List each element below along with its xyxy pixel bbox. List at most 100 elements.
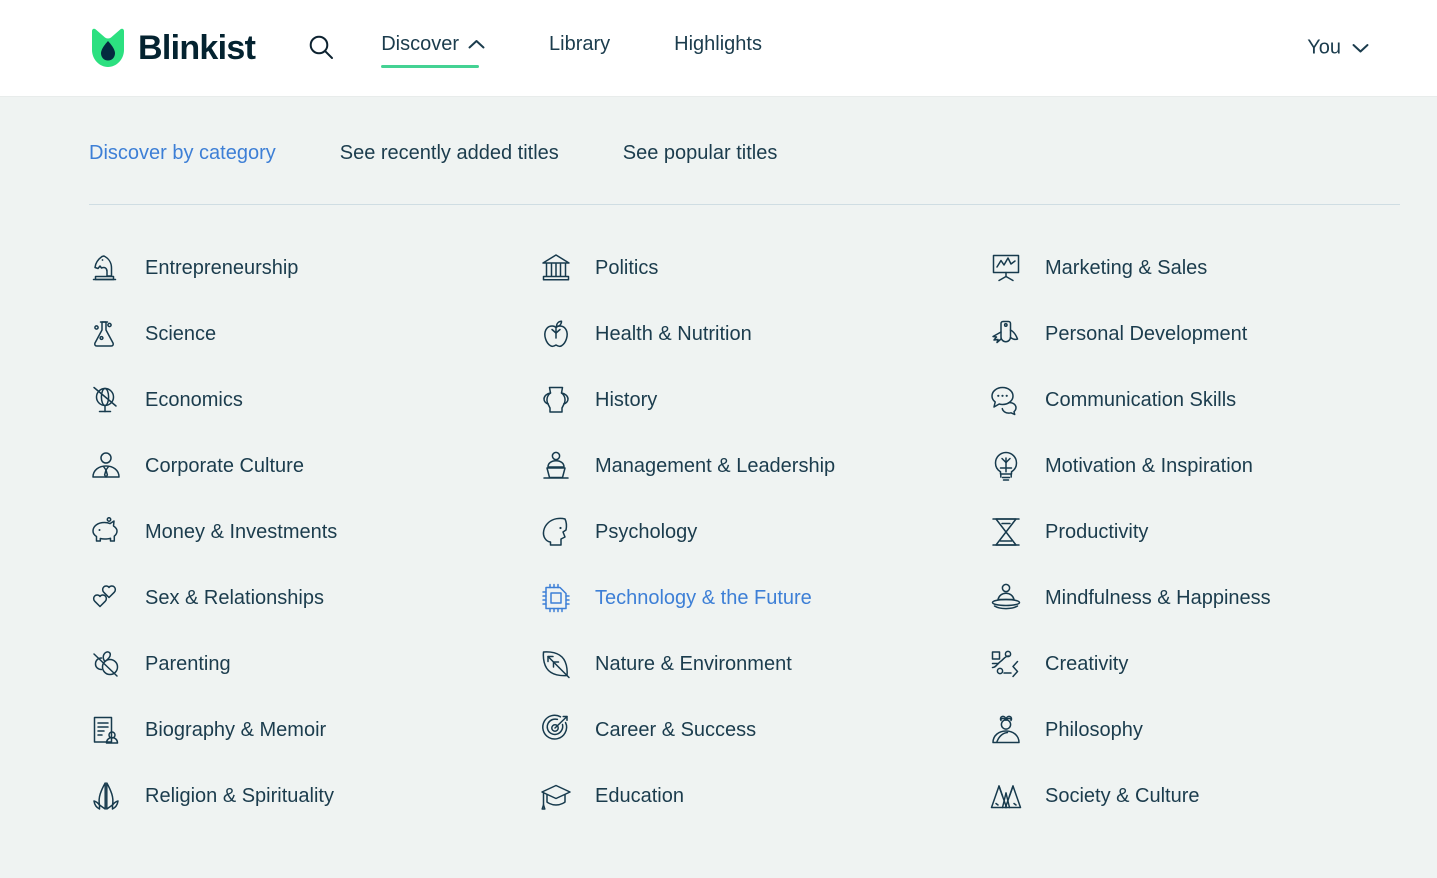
category-label: Education: [595, 785, 684, 807]
category-management-leadership[interactable]: Management & Leadership: [539, 433, 989, 499]
category-label: Sex & Relationships: [145, 587, 324, 609]
nav-label-highlights: Highlights: [674, 32, 762, 55]
swiss-army-knife-icon: [989, 317, 1023, 351]
category-communication-skills[interactable]: Communication Skills: [989, 367, 1437, 433]
tents-icon: [989, 779, 1023, 813]
header-right-section: You: [1307, 37, 1369, 60]
head-profile-icon: [539, 515, 573, 549]
category-label: Communication Skills: [1045, 389, 1237, 411]
brand-name: Blinkist: [138, 29, 256, 67]
category-entrepreneurship[interactable]: Entrepreneurship: [89, 235, 539, 301]
account-menu-you[interactable]: You: [1307, 37, 1369, 60]
microchip-icon: [539, 581, 573, 615]
chevron-up-icon: [468, 33, 485, 56]
person-tie-icon: [89, 449, 123, 483]
category-label: Parenting: [145, 653, 231, 675]
category-creativity[interactable]: Creativity: [989, 631, 1437, 697]
lightbulb-icon: [989, 449, 1023, 483]
search-button[interactable]: [304, 31, 338, 65]
category-productivity[interactable]: Productivity: [989, 499, 1437, 565]
category-motivation-inspiration[interactable]: Motivation & Inspiration: [989, 433, 1437, 499]
category-label: Corporate Culture: [145, 455, 304, 477]
category-technology-the-future[interactable]: Technology & the Future: [539, 565, 989, 631]
account-label: You: [1307, 36, 1341, 59]
subnav-item-discover-by-category[interactable]: Discover by category: [89, 142, 276, 165]
category-label: Money & Investments: [145, 521, 338, 543]
category-label: Philosophy: [1045, 719, 1143, 741]
target-arrow-icon: [539, 713, 573, 747]
category-label: Management & Leadership: [595, 455, 836, 477]
classical-building-icon: [539, 251, 573, 285]
main-navigation: Discover Library Highlights: [381, 29, 762, 68]
nav-item-highlights[interactable]: Highlights: [674, 29, 762, 68]
category-label: History: [595, 389, 658, 411]
category-label: Motivation & Inspiration: [1045, 455, 1253, 477]
flask-icon: [89, 317, 123, 351]
hourglass-icon: [989, 515, 1023, 549]
category-corporate-culture[interactable]: Corporate Culture: [89, 433, 539, 499]
document-person-icon: [89, 713, 123, 747]
category-money-investments[interactable]: Money & Investments: [89, 499, 539, 565]
amphora-vase-icon: [539, 383, 573, 417]
leaf-icon: [539, 647, 573, 681]
meditation-icon: [989, 581, 1023, 615]
category-label: Productivity: [1045, 521, 1149, 543]
globe-stand-icon: [89, 383, 123, 417]
category-label: Psychology: [595, 521, 698, 543]
thinker-bust-icon: [989, 713, 1023, 747]
nav-item-library[interactable]: Library: [549, 29, 610, 68]
chevron-down-icon: [1352, 37, 1369, 60]
category-label: Science: [145, 323, 217, 345]
category-education[interactable]: Education: [539, 763, 989, 829]
podium-speaker-icon: [539, 449, 573, 483]
category-grid: Entrepreneurship Science Economics Corpo…: [89, 235, 1348, 829]
category-biography-memoir[interactable]: Biography & Memoir: [89, 697, 539, 763]
category-column-1: Entrepreneurship Science Economics Corpo…: [89, 235, 539, 829]
category-label: Economics: [145, 389, 243, 411]
category-label: Technology & the Future: [595, 587, 812, 609]
category-health-nutrition[interactable]: Health & Nutrition: [539, 301, 989, 367]
category-label: Health & Nutrition: [595, 323, 752, 345]
category-label: Biography & Memoir: [145, 719, 327, 741]
category-society-culture[interactable]: Society & Culture: [989, 763, 1437, 829]
category-history[interactable]: History: [539, 367, 989, 433]
main-content: Discover by category See recently added …: [0, 97, 1437, 829]
speech-bubbles-icon: [989, 383, 1023, 417]
discover-subnavigation: Discover by category See recently added …: [89, 97, 1348, 165]
category-mindfulness-happiness[interactable]: Mindfulness & Happiness: [989, 565, 1437, 631]
category-column-3: Marketing & Sales Personal Development C…: [989, 235, 1437, 829]
category-parenting[interactable]: Parenting: [89, 631, 539, 697]
category-personal-development[interactable]: Personal Development: [989, 301, 1437, 367]
category-label: Marketing & Sales: [1045, 257, 1208, 279]
category-label: Society & Culture: [1045, 785, 1200, 807]
category-economics[interactable]: Economics: [89, 367, 539, 433]
category-label: Personal Development: [1045, 323, 1248, 345]
category-label: Entrepreneurship: [145, 257, 299, 279]
category-career-success[interactable]: Career & Success: [539, 697, 989, 763]
pacifier-icon: [89, 647, 123, 681]
section-divider: [89, 204, 1400, 205]
category-sex-relationships[interactable]: Sex & Relationships: [89, 565, 539, 631]
category-psychology[interactable]: Psychology: [539, 499, 989, 565]
nav-item-discover[interactable]: Discover: [381, 29, 485, 68]
category-politics[interactable]: Politics: [539, 235, 989, 301]
category-label: Religion & Spirituality: [145, 785, 334, 807]
shapes-nodes-icon: [989, 647, 1023, 681]
category-science[interactable]: Science: [89, 301, 539, 367]
nav-label-discover: Discover: [381, 32, 459, 55]
brand-logo-link[interactable]: Blinkist: [89, 27, 256, 69]
subnav-item-recently-added[interactable]: See recently added titles: [340, 142, 559, 165]
category-label: Career & Success: [595, 719, 757, 741]
apple-icon: [539, 317, 573, 351]
category-marketing-sales[interactable]: Marketing & Sales: [989, 235, 1437, 301]
category-nature-environment[interactable]: Nature & Environment: [539, 631, 989, 697]
category-philosophy[interactable]: Philosophy: [989, 697, 1437, 763]
category-label: Politics: [595, 257, 659, 279]
category-religion-spirituality[interactable]: Religion & Spirituality: [89, 763, 539, 829]
subnav-item-popular-titles[interactable]: See popular titles: [623, 142, 778, 165]
search-icon: [307, 33, 335, 64]
nav-label-library: Library: [549, 32, 611, 55]
category-label: Mindfulness & Happiness: [1045, 587, 1271, 609]
category-label: Creativity: [1045, 653, 1129, 675]
graduation-cap-icon: [539, 779, 573, 813]
